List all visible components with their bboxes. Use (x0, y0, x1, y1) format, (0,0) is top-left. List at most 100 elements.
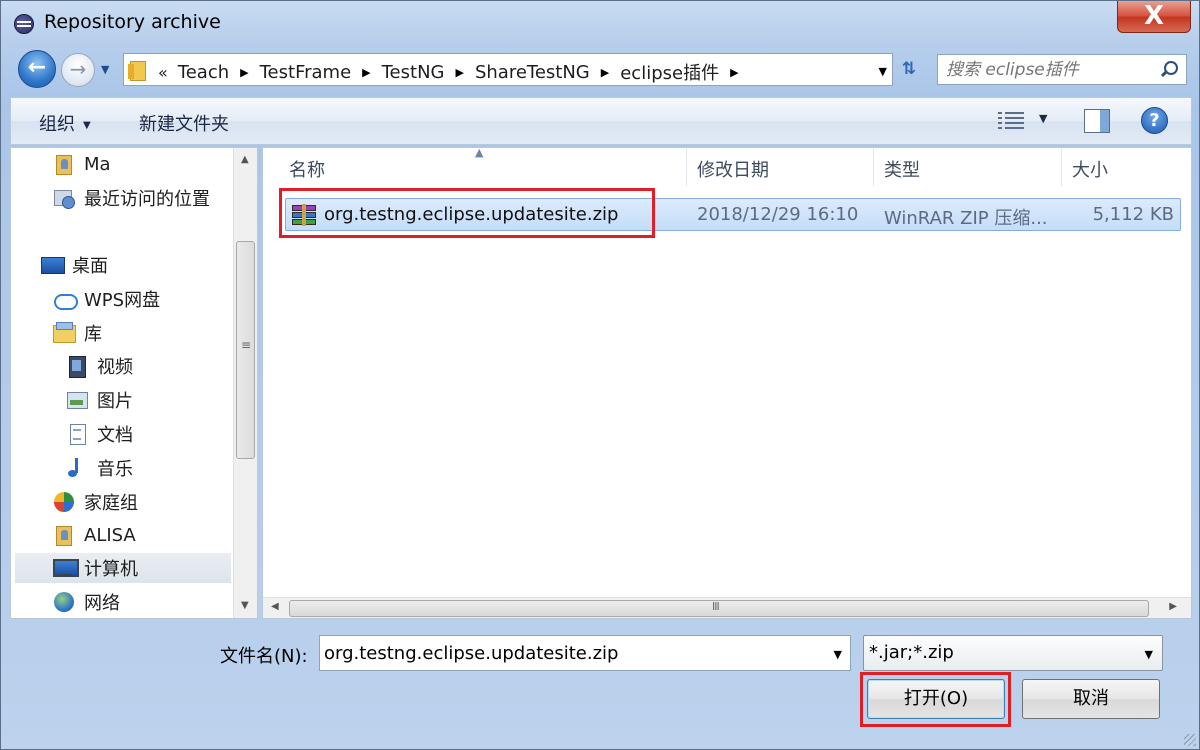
search-box[interactable] (937, 54, 1187, 85)
music-icon (66, 457, 88, 479)
sidebar-item-ma[interactable]: Ma (53, 149, 111, 179)
close-button[interactable]: X (1117, 1, 1191, 33)
sidebar-item-label: ALISA (84, 524, 136, 546)
scroll-thumb[interactable] (236, 241, 255, 459)
close-icon: X (1143, 1, 1165, 31)
dialog-window: Repository archive X ← → ▼ « Teach ▶ Test… (0, 0, 1200, 750)
preview-pane-icon[interactable] (1084, 109, 1110, 133)
pictures-icon (66, 389, 88, 411)
sidebar-item-label: 视频 (97, 357, 133, 378)
sidebar-item-recent[interactable]: 最近访问的位置 (53, 183, 210, 213)
search-icon[interactable] (1160, 61, 1178, 79)
breadcrumb: « Teach ▶ TestFrame ▶ TestNG ▶ ShareTestNG ▶… (158, 59, 750, 85)
chevron-right-icon[interactable]: ▶ (455, 66, 463, 79)
breadcrumb-item[interactable]: TestFrame (260, 62, 352, 83)
folder-icon (128, 61, 148, 81)
chevron-right-icon[interactable]: ▶ (601, 66, 609, 79)
scroll-right-icon[interactable]: ▶ (1169, 601, 1177, 612)
chevron-right-icon[interactable]: ▶ (240, 66, 248, 79)
help-icon[interactable]: ? (1141, 107, 1168, 134)
column-header-size[interactable]: 大小 (1062, 148, 1191, 186)
computer-icon (53, 557, 79, 579)
sidebar-item-label: WPS网盘 (84, 290, 161, 311)
sidebar-item-label: 家庭组 (84, 493, 138, 514)
sidebar-item-wps[interactable]: WPS网盘 (53, 284, 160, 314)
eclipse-icon (14, 14, 34, 34)
sidebar-item-desktop[interactable]: 桌面 (41, 250, 108, 280)
chevron-down-icon[interactable]: ▼ (1145, 648, 1153, 661)
refresh-icon[interactable]: ⇅ (895, 57, 923, 83)
search-input[interactable] (946, 58, 1156, 81)
recent-places-icon (53, 187, 75, 209)
scroll-left-icon[interactable]: ◀ (271, 601, 279, 612)
forward-button[interactable]: → (61, 53, 95, 87)
sidebar-item-label: Ma (84, 153, 111, 175)
filetype-value: *.jar;*.zip (869, 642, 954, 663)
sidebar-item-network[interactable]: 网络 (53, 587, 120, 617)
file-type: WinRAR ZIP 压缩... (884, 208, 1048, 229)
column-header-date[interactable]: 修改日期 (687, 148, 874, 186)
sidebar-item-alisa[interactable]: ALISA (53, 520, 136, 550)
chevron-right-icon[interactable]: ▶ (730, 66, 738, 79)
cancel-button[interactable]: 取消 (1022, 679, 1160, 719)
library-icon (53, 322, 76, 344)
navigation-pane: Ma 最近访问的位置 桌面 WPS网盘 库 视频 图片 文档 音乐 家庭组 AL… (10, 147, 258, 619)
filename-label: 文件名(N): (220, 646, 308, 667)
column-header-type[interactable]: 类型 (874, 148, 1062, 186)
back-button[interactable]: ← (18, 50, 56, 88)
filename-input[interactable] (324, 640, 814, 666)
recent-pages-dropdown-icon[interactable]: ▼ (101, 63, 115, 77)
resize-grip[interactable] (1184, 734, 1196, 746)
sidebar-item-video[interactable]: 视频 (66, 351, 133, 381)
sidebar-item-label: 音乐 (97, 459, 133, 480)
sidebar-item-label: 库 (84, 324, 102, 345)
chevron-down-icon: ▼ (83, 120, 91, 131)
scroll-down-icon[interactable]: ▼ (241, 600, 249, 611)
sidebar-item-label: 桌面 (72, 256, 108, 277)
user-folder-icon (53, 524, 75, 546)
breadcrumb-overflow[interactable]: « (158, 63, 168, 82)
file-size: 5,112 KB (1092, 204, 1174, 225)
address-bar[interactable]: « Teach ▶ TestFrame ▶ TestNG ▶ ShareTestNG ▶… (123, 53, 893, 86)
title-bar[interactable]: Repository archive X (1, 1, 1199, 45)
sidebar-item-pictures[interactable]: 图片 (66, 385, 133, 415)
organize-label: 组织 (39, 114, 75, 135)
sidebar-item-label: 最近访问的位置 (84, 189, 210, 210)
documents-icon (66, 423, 88, 445)
breadcrumb-item[interactable]: eclipse插件 (620, 59, 719, 85)
breadcrumb-item[interactable]: ShareTestNG (475, 62, 590, 83)
desktop-icon (41, 254, 65, 276)
cloud-icon (53, 288, 78, 310)
video-icon (66, 355, 88, 378)
breadcrumb-item[interactable]: Teach (178, 62, 229, 83)
scroll-thumb[interactable] (289, 600, 1149, 617)
filetype-select[interactable]: *.jar;*.zip ▼ (863, 635, 1163, 671)
sidebar-item-music[interactable]: 音乐 (66, 453, 133, 483)
back-arrow-icon: ← (27, 55, 47, 80)
change-view-icon[interactable] (998, 112, 1024, 130)
scroll-up-icon[interactable]: ▲ (241, 154, 249, 165)
user-folder-icon (53, 153, 75, 175)
new-folder-button[interactable]: 新建文件夹 (139, 110, 229, 136)
sidebar-item-library[interactable]: 库 (53, 318, 102, 348)
sidebar-item-homegroup[interactable]: 家庭组 (53, 487, 138, 517)
organize-button[interactable]: 组织 ▼ (39, 110, 91, 136)
chevron-down-icon[interactable]: ▼ (834, 648, 842, 661)
horizontal-scrollbar[interactable]: ◀ ▶ (263, 597, 1191, 618)
help-glyph: ? (1149, 110, 1160, 131)
sidebar-item-documents[interactable]: 文档 (66, 419, 133, 449)
column-header-name[interactable]: ▲ 名称 (263, 148, 687, 186)
breadcrumb-item[interactable]: TestNG (382, 62, 445, 83)
column-header-label: 名称 (289, 160, 325, 181)
sidebar-item-computer[interactable]: 计算机 (15, 553, 231, 583)
open-highlight-annotation (860, 672, 1011, 727)
filename-combobox[interactable]: ▼ (319, 635, 851, 671)
chevron-right-icon[interactable]: ▶ (362, 66, 370, 79)
homegroup-icon (53, 491, 75, 513)
sidebar-scrollbar[interactable]: ▲ ▼ (233, 148, 257, 618)
sidebar-item-label: 计算机 (84, 559, 138, 580)
file-highlight-annotation (279, 188, 655, 238)
address-dropdown-icon[interactable]: ▼ (879, 65, 887, 78)
forward-arrow-icon: → (69, 57, 87, 81)
view-options-dropdown-icon[interactable]: ▼ (1039, 112, 1047, 125)
